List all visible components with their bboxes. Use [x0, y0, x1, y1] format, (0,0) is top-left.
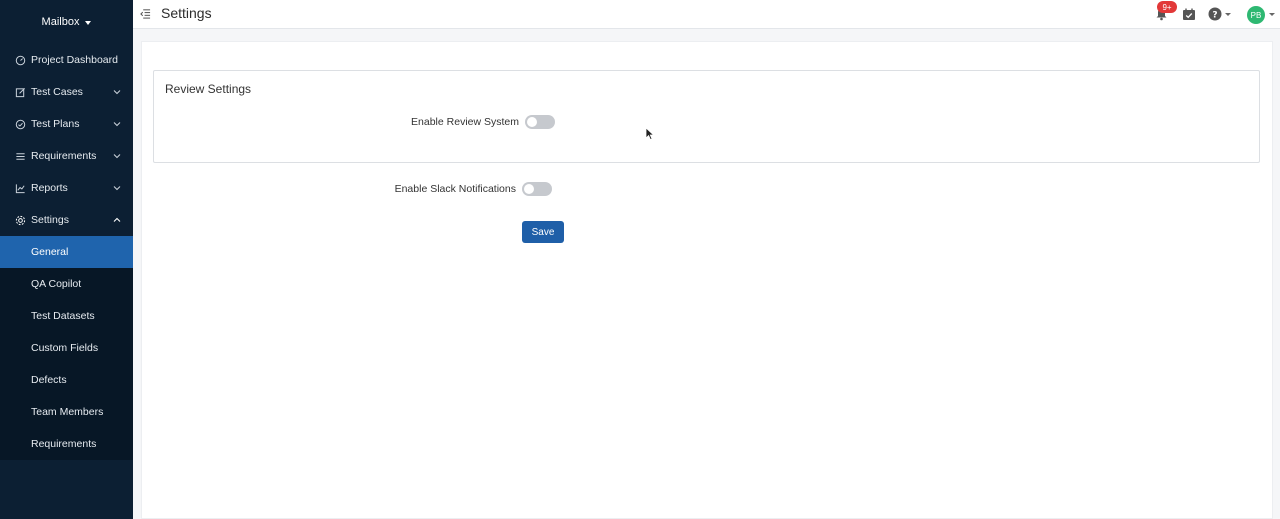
- sidebar-item-reports[interactable]: Reports: [0, 172, 133, 204]
- sidebar-subitem-test-datasets[interactable]: Test Datasets: [0, 300, 133, 332]
- caret-down-icon: [85, 20, 92, 25]
- slack-notifications-toggle[interactable]: [522, 182, 552, 196]
- calendar-check-icon[interactable]: [1182, 8, 1196, 21]
- help-caret-icon[interactable]: [1225, 13, 1231, 16]
- menu-toggle-icon[interactable]: [140, 8, 151, 19]
- sidebar-subitem-label: Custom Fields: [31, 342, 99, 354]
- help-icon[interactable]: ?: [1208, 7, 1222, 21]
- sidebar-subitem-label: Team Members: [31, 406, 104, 418]
- sidebar-subitem-custom-fields[interactable]: Custom Fields: [0, 332, 133, 364]
- chevron-down-icon: [113, 122, 121, 127]
- review-system-label: Enable Review System: [411, 116, 519, 128]
- avatar-caret-icon[interactable]: [1269, 13, 1275, 16]
- sidebar-subitem-label: Requirements: [31, 438, 97, 450]
- sidebar-item-requirements[interactable]: Requirements: [0, 140, 133, 172]
- chevron-up-icon: [113, 217, 121, 222]
- mouse-cursor-icon: [645, 127, 655, 141]
- slack-notifications-label: Enable Slack Notifications: [394, 183, 516, 195]
- notification-badge: 9+: [1157, 1, 1177, 13]
- sidebar-subitem-general[interactable]: General: [0, 236, 133, 268]
- review-system-toggle[interactable]: [525, 115, 555, 129]
- sidebar-subitem-label: Test Datasets: [31, 310, 95, 322]
- sidebar-item-project-dashboard[interactable]: Project Dashboard: [0, 44, 133, 76]
- page-title: Settings: [161, 5, 212, 21]
- sidebar-subitem-label: Defects: [31, 374, 67, 386]
- top-header: Settings: [133, 0, 1280, 29]
- chart-icon: [15, 183, 26, 194]
- list-icon: [15, 151, 26, 162]
- sidebar-item-label: Settings: [31, 214, 69, 226]
- review-settings-panel: [153, 70, 1260, 163]
- svg-text:?: ?: [1212, 10, 1217, 20]
- chevron-down-icon: [113, 154, 121, 159]
- sidebar-subitem-team-members[interactable]: Team Members: [0, 396, 133, 428]
- sidebar-subitem-requirements[interactable]: Requirements: [0, 428, 133, 460]
- sidebar-subitem-label: QA Copilot: [31, 278, 82, 290]
- sidebar-item-test-cases[interactable]: Test Cases: [0, 76, 133, 108]
- save-button[interactable]: Save: [522, 221, 564, 243]
- dashboard-icon: [15, 55, 26, 66]
- sidebar: Mailbox Project Dashboard Test Cases Tes…: [0, 0, 133, 519]
- sidebar-item-settings[interactable]: Settings: [0, 204, 133, 236]
- sidebar-item-label: Reports: [31, 182, 68, 194]
- edit-icon: [15, 87, 26, 98]
- chevron-down-icon: [113, 186, 121, 191]
- sidebar-subitem-defects[interactable]: Defects: [0, 364, 133, 396]
- sidebar-item-label: Test Plans: [31, 118, 80, 130]
- project-name: Mailbox: [41, 16, 80, 28]
- sidebar-subitem-label: General: [31, 246, 69, 258]
- check-circle-icon: [15, 119, 26, 130]
- gear-icon: [15, 215, 26, 226]
- project-switcher[interactable]: Mailbox: [0, 0, 133, 44]
- sidebar-item-label: Requirements: [31, 150, 97, 162]
- review-settings-title: Review Settings: [165, 82, 252, 96]
- sidebar-item-test-plans[interactable]: Test Plans: [0, 108, 133, 140]
- sidebar-item-label: Test Cases: [31, 86, 83, 98]
- sidebar-item-label: Project Dashboard: [31, 54, 118, 66]
- user-avatar[interactable]: PB: [1247, 6, 1265, 24]
- chevron-down-icon: [113, 90, 121, 95]
- sidebar-subitem-qa-copilot[interactable]: QA Copilot: [0, 268, 133, 300]
